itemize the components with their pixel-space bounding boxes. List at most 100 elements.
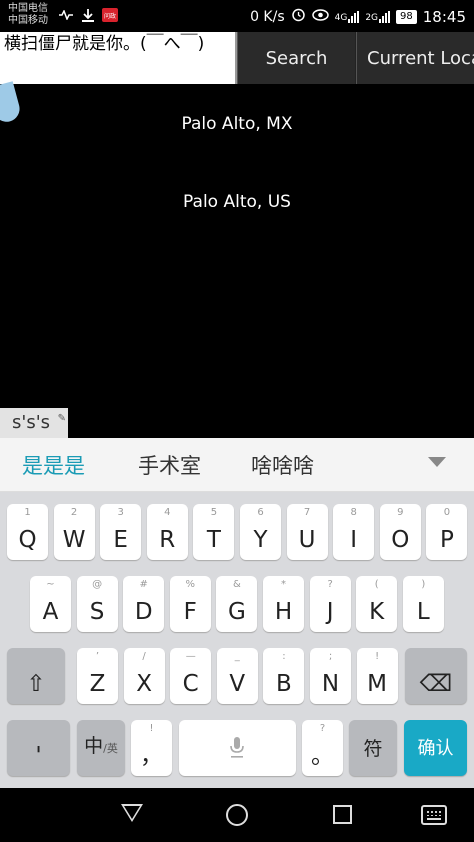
status-bar: 中国电信 中国移动 问政 0 K/s 4G 2G 98 18:45 — [0, 0, 474, 32]
candidate-3[interactable]: 啥啥啥 — [251, 450, 314, 480]
key-hint: 3 — [117, 507, 124, 518]
key-j[interactable]: ? J — [309, 576, 351, 632]
key-label: 符 — [363, 738, 383, 760]
lang-sub: /英 — [103, 742, 118, 755]
search-button[interactable]: Search — [237, 32, 355, 84]
backspace-key[interactable]: ⌫ — [405, 648, 467, 704]
key-label: ' — [35, 743, 42, 769]
period-key[interactable]: ?。 — [302, 720, 343, 776]
key-label: A — [42, 599, 59, 625]
language-switch-key[interactable]: 中/英 — [77, 720, 125, 776]
key-label: W — [62, 527, 86, 553]
network-speed: 0 K/s — [250, 8, 285, 25]
key-label: O — [391, 527, 410, 553]
candidate-bar: 是是是 手术室 啥啥啥 — [0, 438, 474, 492]
key-p[interactable]: 0P — [426, 504, 468, 560]
key-m[interactable]: ! M — [356, 648, 398, 704]
key-l[interactable]: ) L — [402, 576, 444, 632]
key-hint: — — [185, 651, 196, 662]
screen: 中国电信 中国移动 问政 0 K/s 4G 2G 98 18:45 横扫僵尸就是… — [0, 0, 474, 842]
key-t[interactable]: 5T — [193, 504, 235, 560]
key-hint: 8 — [350, 507, 357, 518]
comma-key[interactable]: !， — [131, 720, 172, 776]
key-label: J — [326, 599, 334, 625]
key-hint: 6 — [257, 507, 264, 518]
key-w[interactable]: 2W — [53, 504, 95, 560]
key-label: K — [369, 599, 385, 625]
key-hint: 0 — [443, 507, 451, 518]
key-s[interactable]: @ S — [76, 576, 118, 632]
list-item[interactable]: Palo Alto, MX — [0, 114, 474, 134]
key-hint: 5 — [210, 507, 218, 518]
key-label: C — [182, 671, 199, 697]
key-hint: # — [139, 579, 148, 590]
key-hint: 4 — [164, 507, 171, 518]
key-hint: ~ — [46, 579, 55, 590]
key-x[interactable]: / X — [123, 648, 165, 704]
chevron-down-icon[interactable] — [428, 457, 446, 467]
keyboard: 1 Q 2 W 3 E 4 R 5 T 6 Y 7 U 8 I 9 O 0 P ~ A @ S # D% F & G * H? J(K) L ⇧’… — [0, 492, 474, 788]
key-hint: ( — [374, 579, 379, 590]
key-hint: 2 — [70, 507, 78, 518]
key-e[interactable]: 3E — [100, 504, 142, 560]
key-h[interactable]: * H — [263, 576, 304, 632]
key-g[interactable]: & G — [216, 576, 258, 632]
candidate-2[interactable]: 手术室 — [138, 450, 201, 480]
back-icon[interactable] — [121, 804, 143, 822]
key-hint: ) — [421, 579, 426, 590]
network-type-1: 4G — [334, 12, 348, 23]
lang-main: 中 — [84, 735, 104, 757]
key-v[interactable]: _ V — [216, 648, 258, 704]
confirm-key[interactable]: 确认 — [404, 720, 467, 776]
status-right: 0 K/s 4G 2G 98 18:45 — [250, 7, 466, 26]
key-hint: ? — [319, 723, 326, 734]
location-input[interactable]: 横扫僵尸就是你。(￣へ￣) — [0, 32, 237, 84]
key-b[interactable]: :B — [263, 648, 305, 704]
composing-label: s's's — [12, 412, 51, 433]
key-label: I — [350, 527, 358, 553]
key-q[interactable]: 1Q — [7, 504, 48, 560]
recent-apps-icon[interactable] — [333, 805, 352, 824]
carrier-2: 中国移动 — [8, 15, 48, 26]
key-c[interactable]: — C — [170, 648, 212, 704]
key-label: ， — [140, 743, 163, 769]
key-y[interactable]: 6Y — [240, 504, 281, 560]
network-type-2: 2G — [365, 12, 379, 23]
key-label: S — [89, 599, 105, 625]
current-location-button[interactable]: Current Location — [356, 32, 474, 84]
symbol-panel-key[interactable]: 符 — [349, 720, 397, 776]
key-hint: 1 — [24, 507, 31, 518]
eye-icon — [311, 8, 329, 25]
microphone-icon — [229, 736, 245, 762]
key-hint: ; — [328, 651, 333, 662]
key-hint: _ — [234, 651, 240, 662]
app-badge-icon: 问政 — [102, 8, 118, 22]
key-hint: & — [232, 579, 241, 590]
key-label: B — [276, 671, 292, 697]
pencil-icon[interactable]: ✎ — [58, 404, 66, 434]
key-label: Y — [253, 527, 268, 553]
key-n[interactable]: ; N — [310, 648, 351, 704]
key-o[interactable]: 9O — [379, 504, 421, 560]
carrier-1: 中国电信 — [8, 3, 48, 14]
shift-key[interactable]: ⇧ — [7, 648, 65, 704]
key-u[interactable]: 7U — [286, 504, 328, 560]
download-icon — [80, 8, 96, 22]
candidate-1[interactable]: 是是是 — [22, 450, 85, 480]
key-a[interactable]: ~ A — [30, 576, 71, 632]
key-k[interactable]: (K — [356, 576, 398, 632]
key-f[interactable]: % F — [169, 576, 211, 632]
home-icon[interactable] — [226, 804, 248, 826]
list-item[interactable]: Palo Alto, US — [0, 192, 474, 212]
key-d[interactable]: # D — [123, 576, 165, 632]
key-label: H — [274, 599, 293, 625]
signal-icon-2: 2G — [365, 10, 391, 23]
keyboard-icon[interactable] — [421, 805, 447, 825]
symbols-key[interactable]: ' — [7, 720, 70, 776]
key-i[interactable]: 8I — [333, 504, 375, 560]
space-key[interactable] — [179, 720, 296, 776]
key-r[interactable]: 4R — [146, 504, 188, 560]
key-z[interactable]: ’ Z — [77, 648, 118, 704]
pulse-icon — [58, 8, 74, 22]
key-label: ⇧ — [26, 671, 46, 697]
